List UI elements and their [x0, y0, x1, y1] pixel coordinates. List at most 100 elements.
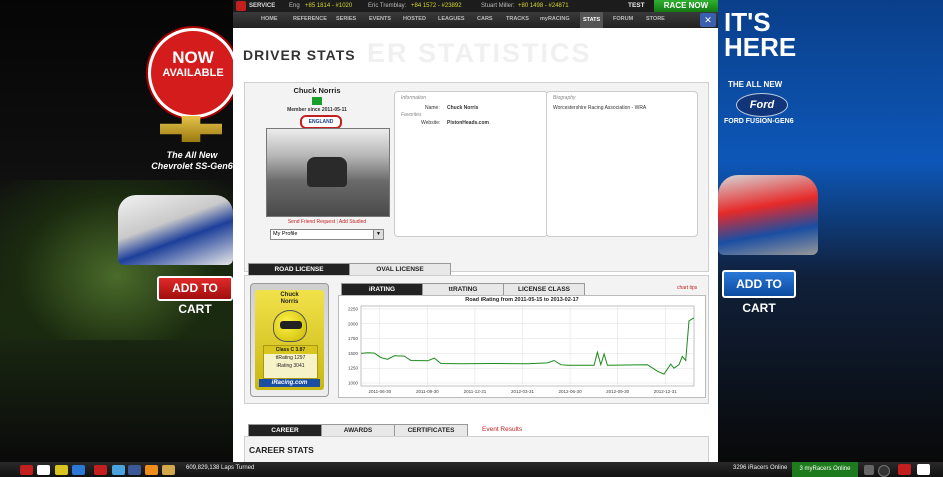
biography-text: Worcestershire Racing Association - WRA — [553, 105, 647, 111]
ticker-name: Eng — [289, 3, 300, 9]
nav-myracing[interactable]: myRACING — [540, 16, 570, 22]
x-tick-label: 2012-03-31 — [511, 389, 535, 394]
license-ttrating: ttRating 1297 — [275, 355, 306, 361]
plot-area — [360, 305, 695, 387]
series-icon[interactable] — [94, 465, 107, 475]
ad-headline-2: HERE — [724, 32, 797, 62]
nav-home[interactable]: HOME — [261, 16, 278, 22]
top-status-bar: SERVICE Eng +85 1814 - #1020 Eric Trembl… — [233, 0, 718, 12]
y-tick-label: 1250 — [348, 366, 359, 371]
event-results-link[interactable]: Event Results — [482, 426, 522, 433]
biography-card: Biography Worcestershire Racing Associat… — [546, 91, 698, 237]
nav-tracks[interactable]: TRACKS — [506, 16, 529, 22]
license-stats-box: Class C 3.87 ttRating 1297 iRating 3041 — [263, 345, 318, 379]
add-to-cart-button-left[interactable]: ADD TO CART — [157, 276, 233, 316]
license-irating: iRating 3041 — [276, 363, 305, 369]
nav-cars[interactable]: CARS — [477, 16, 493, 22]
settings-icon[interactable] — [878, 465, 890, 477]
bottom-toolbar: 609,829,138 Laps Turned 3296 iRacers Onl… — [0, 462, 943, 477]
license-last-name: Norris — [280, 299, 299, 305]
ticker-name: Stuart Miller: — [481, 3, 515, 9]
nav-reference[interactable]: REFERENCE — [293, 16, 327, 22]
x-tick-label: 2012-09-30 — [606, 389, 630, 394]
link-separator: | — [336, 219, 338, 225]
member-since: Member since 2011-05-11 — [287, 107, 347, 113]
irating-line-chart: 1000 1250 1500 1750 2000 2250 2011-06-30 2011-0… — [348, 305, 695, 394]
career-stats-title: CAREER STATS — [249, 445, 314, 455]
name-label: Name: — [425, 105, 440, 111]
laps-turned: 609,829,138 Laps Turned — [186, 465, 255, 471]
nav-forum[interactable]: FORUM — [613, 16, 633, 22]
x-tick-label: 2012-12-31 — [654, 389, 678, 394]
facebook-icon[interactable] — [128, 465, 141, 475]
iracing-icon[interactable] — [20, 465, 33, 475]
website-value[interactable]: PistonHeads.com — [447, 120, 489, 126]
ford-logo: Ford — [736, 93, 788, 117]
left-advertisement[interactable]: NOW AVAILABLE The All New Chevrolet SS-G… — [0, 0, 233, 462]
app-icon[interactable] — [37, 465, 50, 475]
career-stats-panel: CAREER STATS — [244, 436, 709, 464]
iracing-logo-icon[interactable] — [236, 1, 246, 11]
race-car-image — [118, 195, 233, 265]
iracing-icon[interactable] — [898, 464, 911, 475]
license-class: Class C 3.87 — [264, 346, 317, 354]
irating-chart-panel: Road iRating from 2011-05-15 to 2013-02-… — [338, 295, 706, 398]
download-icon[interactable] — [312, 97, 322, 105]
chart-tips-link[interactable]: chart tips — [677, 285, 697, 291]
chevrolet-logo — [160, 116, 222, 142]
now-available-badge: NOW AVAILABLE — [148, 28, 233, 118]
license-icon[interactable] — [55, 465, 68, 475]
ad-model: FORD FUSION-GEN6 — [724, 118, 794, 125]
select-value: My Profile — [273, 231, 298, 237]
nav-stats[interactable]: STATS — [580, 12, 604, 28]
vintage-car-shape — [307, 157, 347, 187]
nav-leagues[interactable]: LEAGUES — [438, 16, 465, 22]
chat-icon[interactable] — [864, 465, 874, 475]
y-tick-label: 1750 — [348, 336, 359, 341]
x-tick-label: 2011-06-30 — [368, 389, 391, 394]
folder-icon[interactable] — [162, 465, 175, 475]
send-friend-request-link[interactable]: Send Friend Request — [288, 219, 335, 225]
ticker-name: Eric Tremblay: — [368, 3, 407, 9]
favorites-header: Favorites — [401, 112, 422, 118]
twitter-icon[interactable] — [112, 465, 125, 475]
racers-online: 3296 iRacers Online — [733, 465, 788, 471]
chevron-down-icon[interactable]: ▼ — [373, 230, 383, 239]
nav-store[interactable]: STORE — [646, 16, 665, 22]
biography-header: Biography — [553, 95, 576, 101]
my-racers-online-button[interactable]: 3 myRacers Online — [792, 462, 858, 477]
x-tick-label: 2011-09-30 — [416, 389, 439, 394]
nav-series[interactable]: SERIES — [336, 16, 356, 22]
page-watermark: ER STATISTICS — [367, 38, 592, 68]
chevron-down-icon[interactable] — [917, 464, 930, 475]
license-card: Chuck Norris Class C 3.87 ttRating 1297 … — [250, 283, 329, 397]
profile-select[interactable]: My Profile ▼ — [270, 229, 384, 240]
information-header: Information — [401, 95, 427, 101]
license-first-name: Chuck — [280, 292, 299, 298]
website-label: Website: — [421, 120, 441, 126]
rss-icon[interactable] — [145, 465, 158, 475]
nav-events[interactable]: EVENTS — [369, 16, 391, 22]
add-to-cart-button-right[interactable]: ADD TO CART — [722, 270, 796, 315]
right-advertisement[interactable]: IT'S HERE THE ALL NEW Ford FORD FUSION-G… — [718, 0, 943, 462]
country-badge: ENGLAND — [300, 115, 342, 129]
ticker-value: +84 1572 - #23892 — [411, 3, 462, 9]
iracing-logo: iRacing.com — [259, 379, 320, 387]
x-tick-label: 2012-06-30 — [559, 389, 583, 394]
y-tick-label: 1500 — [348, 351, 359, 356]
add-studied-link[interactable]: Add Studied — [339, 219, 366, 225]
ticker-value: +80 1498 - #24871 — [518, 3, 569, 9]
calendar-icon[interactable] — [72, 465, 85, 475]
service-label[interactable]: SERVICE — [249, 3, 275, 9]
settings-icon[interactable]: ✕ — [700, 13, 716, 27]
profile-photo — [266, 128, 390, 217]
license-card-face: Chuck Norris Class C 3.87 ttRating 1297 … — [255, 290, 324, 390]
x-tick-label: 2011-12-31 — [464, 389, 487, 394]
page-title: DRIVER STATS — [243, 47, 356, 63]
information-card: Information Name: Chuck Norris Favorites… — [394, 91, 548, 237]
test-button[interactable]: TEST — [628, 2, 645, 9]
ticker-value: +85 1814 - #1020 — [305, 3, 353, 9]
profile-panel: Chuck Norris Member since 2011-05-11 ENG… — [244, 82, 709, 272]
nav-hosted[interactable]: HOSTED — [403, 16, 426, 22]
race-now-button[interactable]: RACE NOW — [654, 0, 718, 12]
